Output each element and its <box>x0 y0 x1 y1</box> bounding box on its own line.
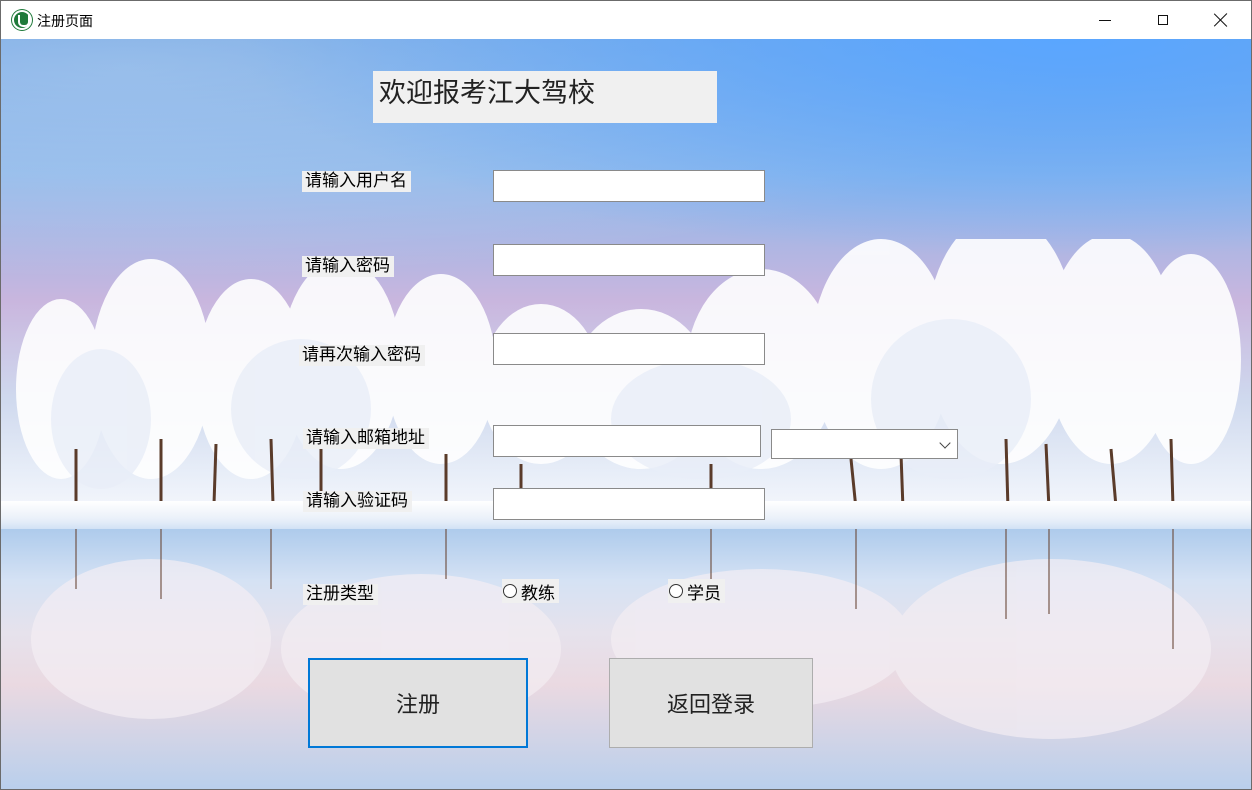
verification-code-input[interactable] <box>493 488 765 520</box>
window-title: 注册页面 <box>37 14 93 30</box>
email-input[interactable] <box>493 425 761 457</box>
radio-coach-circle[interactable] <box>503 584 517 598</box>
email-domain-dropdown[interactable] <box>771 429 958 459</box>
password-input[interactable] <box>493 244 765 276</box>
username-input[interactable] <box>493 170 765 202</box>
back-to-login-button[interactable]: 返回登录 <box>609 658 813 748</box>
minimize-icon <box>1099 19 1111 21</box>
maximize-icon <box>1158 15 1168 25</box>
welcome-heading: 欢迎报考江大驾校 <box>379 78 595 109</box>
radio-coach[interactable]: 教练 <box>502 579 559 604</box>
close-icon <box>1214 13 1228 27</box>
close-button[interactable] <box>1192 1 1250 39</box>
welcome-heading-box: 欢迎报考江大驾校 <box>373 71 717 123</box>
maximize-button[interactable] <box>1134 1 1192 39</box>
email-label: 请输入邮箱地址 <box>303 428 429 449</box>
title-bar[interactable]: 注册页面 <box>1 1 1251 39</box>
radio-coach-label: 教练 <box>521 583 555 604</box>
register-window: 注册页面 欢迎报考江大驾校 请输入用户名 请输入密码 请再次输入密码 请输入邮箱… <box>0 0 1252 790</box>
password-label: 请输入密码 <box>302 256 394 277</box>
radio-student-label: 学员 <box>687 583 721 604</box>
confirm-password-input[interactable] <box>493 333 765 365</box>
confirm-password-label: 请再次输入密码 <box>299 345 425 366</box>
chevron-down-icon <box>939 437 951 449</box>
background-trees-image <box>16 239 1241 510</box>
username-label: 请输入用户名 <box>302 171 411 192</box>
verification-code-label: 请输入验证码 <box>303 491 412 512</box>
radio-student[interactable]: 学员 <box>668 579 725 604</box>
radio-student-circle[interactable] <box>669 584 683 598</box>
app-logo-icon <box>12 10 32 30</box>
register-button[interactable]: 注册 <box>308 658 528 748</box>
register-type-label: 注册类型 <box>303 584 378 605</box>
minimize-button[interactable] <box>1076 1 1134 39</box>
form-area: 欢迎报考江大驾校 请输入用户名 请输入密码 请再次输入密码 请输入邮箱地址 请输… <box>1 39 1251 789</box>
